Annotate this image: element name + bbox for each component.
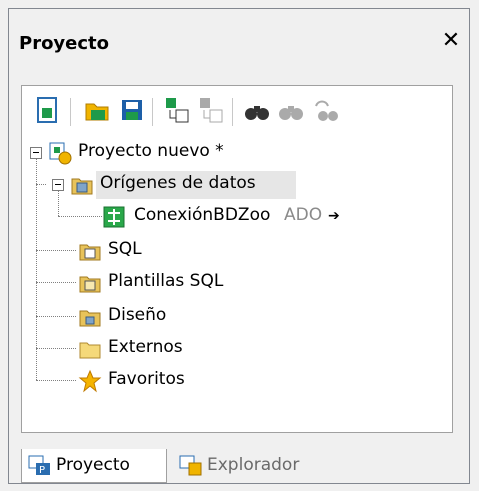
data-sources-folder-icon xyxy=(70,173,94,197)
svg-text:P: P xyxy=(39,465,45,476)
tree-item-label: Externos xyxy=(108,337,183,357)
tree-item-data-sources[interactable]: Orígenes de datos xyxy=(52,170,322,200)
save-project-icon[interactable] xyxy=(116,94,146,128)
replace-icon[interactable] xyxy=(310,94,340,128)
sql-templates-folder-icon xyxy=(78,271,102,295)
add-to-project-icon[interactable] xyxy=(162,94,192,128)
collapse-icon[interactable] xyxy=(30,147,42,159)
tab-label: Explorador xyxy=(207,455,300,475)
connection-name: ConexiónBDZoo xyxy=(134,205,271,225)
panel-title: Proyecto xyxy=(19,33,110,54)
open-project-icon[interactable] xyxy=(82,94,112,128)
project-tree-area: Proyecto nuevo * Orígenes de datos Conex… xyxy=(21,85,453,433)
tree-connector xyxy=(58,216,102,217)
tree-connector xyxy=(36,316,76,317)
star-icon xyxy=(78,369,102,393)
tree-root[interactable]: Proyecto nuevo * xyxy=(22,138,322,168)
connection-icon xyxy=(102,205,126,229)
new-project-icon[interactable] xyxy=(32,94,62,128)
toolbar-separator xyxy=(152,98,153,126)
tree-item-connection[interactable]: ConexiónBDZoo ADO ➔ xyxy=(102,202,442,232)
tree-connector xyxy=(36,348,76,349)
tree-item-sql[interactable]: SQL xyxy=(78,236,278,266)
tree-connector xyxy=(36,152,37,380)
tree-connector xyxy=(36,250,76,251)
project-tab-icon: P xyxy=(28,455,52,482)
find-next-icon[interactable] xyxy=(276,94,306,128)
find-icon[interactable] xyxy=(242,94,272,128)
tree-connector xyxy=(36,282,76,283)
tree-item-favorites[interactable]: Favoritos xyxy=(78,366,278,396)
close-icon[interactable]: ✕ xyxy=(439,29,463,53)
external-folder-icon xyxy=(78,337,102,361)
tree-item-label: Orígenes de datos xyxy=(100,173,256,193)
tree-item-external[interactable]: Externos xyxy=(78,334,278,364)
sql-folder-icon xyxy=(78,239,102,263)
toolbar-separator xyxy=(70,98,71,126)
connection-type: ADO xyxy=(284,205,323,225)
tree-connector xyxy=(36,380,76,381)
explorer-tab-icon xyxy=(179,455,203,482)
tree-item-sql-templates[interactable]: Plantillas SQL xyxy=(78,268,298,298)
design-folder-icon xyxy=(78,305,102,329)
collapse-icon[interactable] xyxy=(52,179,64,191)
project-panel: Proyecto ✕ Proyecto nuevo * Orígenes de … xyxy=(8,8,470,484)
tree-item-label: Diseño xyxy=(108,305,167,325)
tab-project[interactable]: P Proyecto xyxy=(21,449,167,483)
tree-root-label: Proyecto nuevo * xyxy=(78,141,224,161)
tab-label: Proyecto xyxy=(56,455,130,475)
tab-explorer[interactable]: Explorador xyxy=(173,449,333,483)
tree-item-label: Plantillas SQL xyxy=(108,271,224,291)
tree-item-design[interactable]: Diseño xyxy=(78,302,278,332)
remove-from-project-icon[interactable] xyxy=(196,94,226,128)
panel-titlebar: Proyecto ✕ xyxy=(9,9,469,79)
project-icon xyxy=(48,141,72,165)
tree-item-label: SQL xyxy=(108,239,142,259)
arrow-right-icon[interactable]: ➔ xyxy=(328,208,340,224)
tree-item-label: Favoritos xyxy=(108,369,185,389)
toolbar-separator xyxy=(232,98,233,126)
tree-connector xyxy=(36,184,46,185)
